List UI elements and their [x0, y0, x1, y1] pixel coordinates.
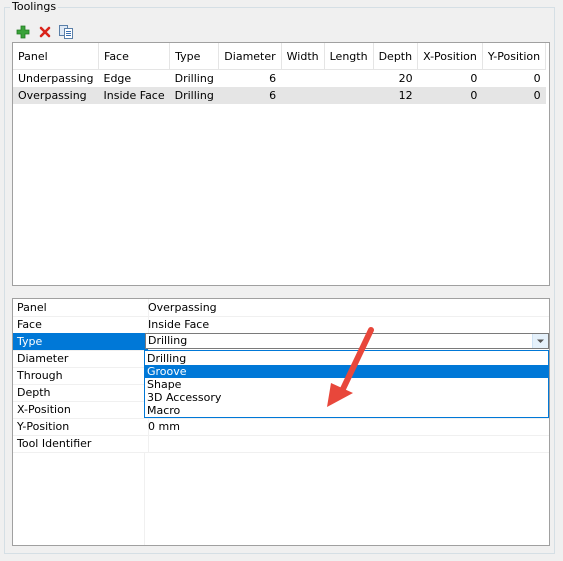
delete-button[interactable]: [37, 24, 53, 40]
column-header-y-position[interactable]: Y-Position: [482, 43, 547, 70]
table-cell[interactable]: [324, 87, 374, 104]
column-divider: [144, 452, 145, 545]
table-cell[interactable]: 0: [417, 87, 483, 104]
property-row-panel[interactable]: Panel Overpassing: [13, 299, 549, 317]
table-cell[interactable]: Drilling: [170, 70, 219, 88]
copy-icon: [59, 25, 73, 39]
table-cell[interactable]: 12: [373, 87, 418, 104]
property-name: Type: [13, 333, 149, 350]
add-icon: [16, 25, 30, 39]
table-cell[interactable]: Edge: [99, 70, 170, 88]
property-name: Through: [13, 367, 149, 384]
property-value[interactable]: Inside Face: [148, 316, 209, 333]
property-row-face[interactable]: Face Inside Face: [13, 316, 549, 334]
type-combobox-value: Drilling: [148, 334, 188, 347]
column-header-face[interactable]: Face: [98, 43, 171, 70]
table-cell[interactable]: Overpassing: [13, 87, 99, 104]
column-header-type[interactable]: Type: [169, 43, 220, 70]
table-row-selected[interactable]: Overpassing Inside Face Drilling 6 12 0 …: [13, 87, 546, 104]
dropdown-button[interactable]: [532, 334, 548, 348]
property-value[interactable]: 0 mm: [148, 418, 180, 435]
delete-icon: [39, 26, 51, 38]
table-cell[interactable]: 20: [373, 70, 418, 88]
property-row-type[interactable]: Type Drilling: [13, 333, 549, 351]
property-row-tool-identifier[interactable]: Tool Identifier: [13, 435, 549, 453]
add-button[interactable]: [15, 24, 31, 40]
column-header-panel[interactable]: Panel: [13, 43, 99, 70]
table-row[interactable]: Underpassing Edge Drilling 6 20 0 0: [13, 70, 546, 88]
property-name: Tool Identifier: [13, 435, 149, 452]
table-cell[interactable]: [281, 87, 325, 104]
column-header-length[interactable]: Length: [324, 43, 374, 70]
property-name: Diameter: [13, 350, 149, 367]
copy-button[interactable]: [58, 24, 74, 40]
property-grid[interactable]: Panel Overpassing Face Inside Face Type …: [12, 298, 550, 546]
annotation-arrow-icon: [327, 327, 374, 407]
property-name: X-Position: [13, 401, 149, 418]
property-name: Face: [13, 316, 149, 333]
column-header-depth[interactable]: Depth: [373, 43, 419, 70]
property-name: Depth: [13, 384, 149, 401]
property-name: Y-Position: [13, 418, 149, 435]
table-cell[interactable]: 0: [482, 70, 545, 88]
column-header-x-position[interactable]: X-Position: [417, 43, 483, 70]
group-title: Toolings: [10, 0, 59, 14]
grid-header-row: Panel Face Type Diameter Width Length De…: [13, 43, 547, 70]
chevron-down-icon: [537, 339, 544, 343]
table-cell[interactable]: Inside Face: [98, 87, 170, 104]
table-cell[interactable]: Drilling: [169, 87, 219, 104]
column-header-width[interactable]: Width: [281, 43, 325, 70]
table-cell[interactable]: 0: [482, 87, 546, 104]
table-cell[interactable]: 6: [218, 87, 282, 104]
table-cell[interactable]: [324, 70, 373, 88]
table-cell[interactable]: 0: [418, 70, 483, 88]
property-value[interactable]: Overpassing: [148, 299, 217, 316]
property-row-y-position[interactable]: Y-Position 0 mm: [13, 418, 549, 436]
table-cell[interactable]: Underpassing: [13, 70, 99, 88]
property-name: Panel: [13, 299, 149, 316]
table-cell[interactable]: 6: [219, 70, 281, 88]
table-cell[interactable]: [281, 70, 324, 88]
column-header-diameter[interactable]: Diameter: [218, 43, 282, 70]
toolings-grid[interactable]: Panel Face Type Diameter Width Length De…: [12, 42, 550, 286]
